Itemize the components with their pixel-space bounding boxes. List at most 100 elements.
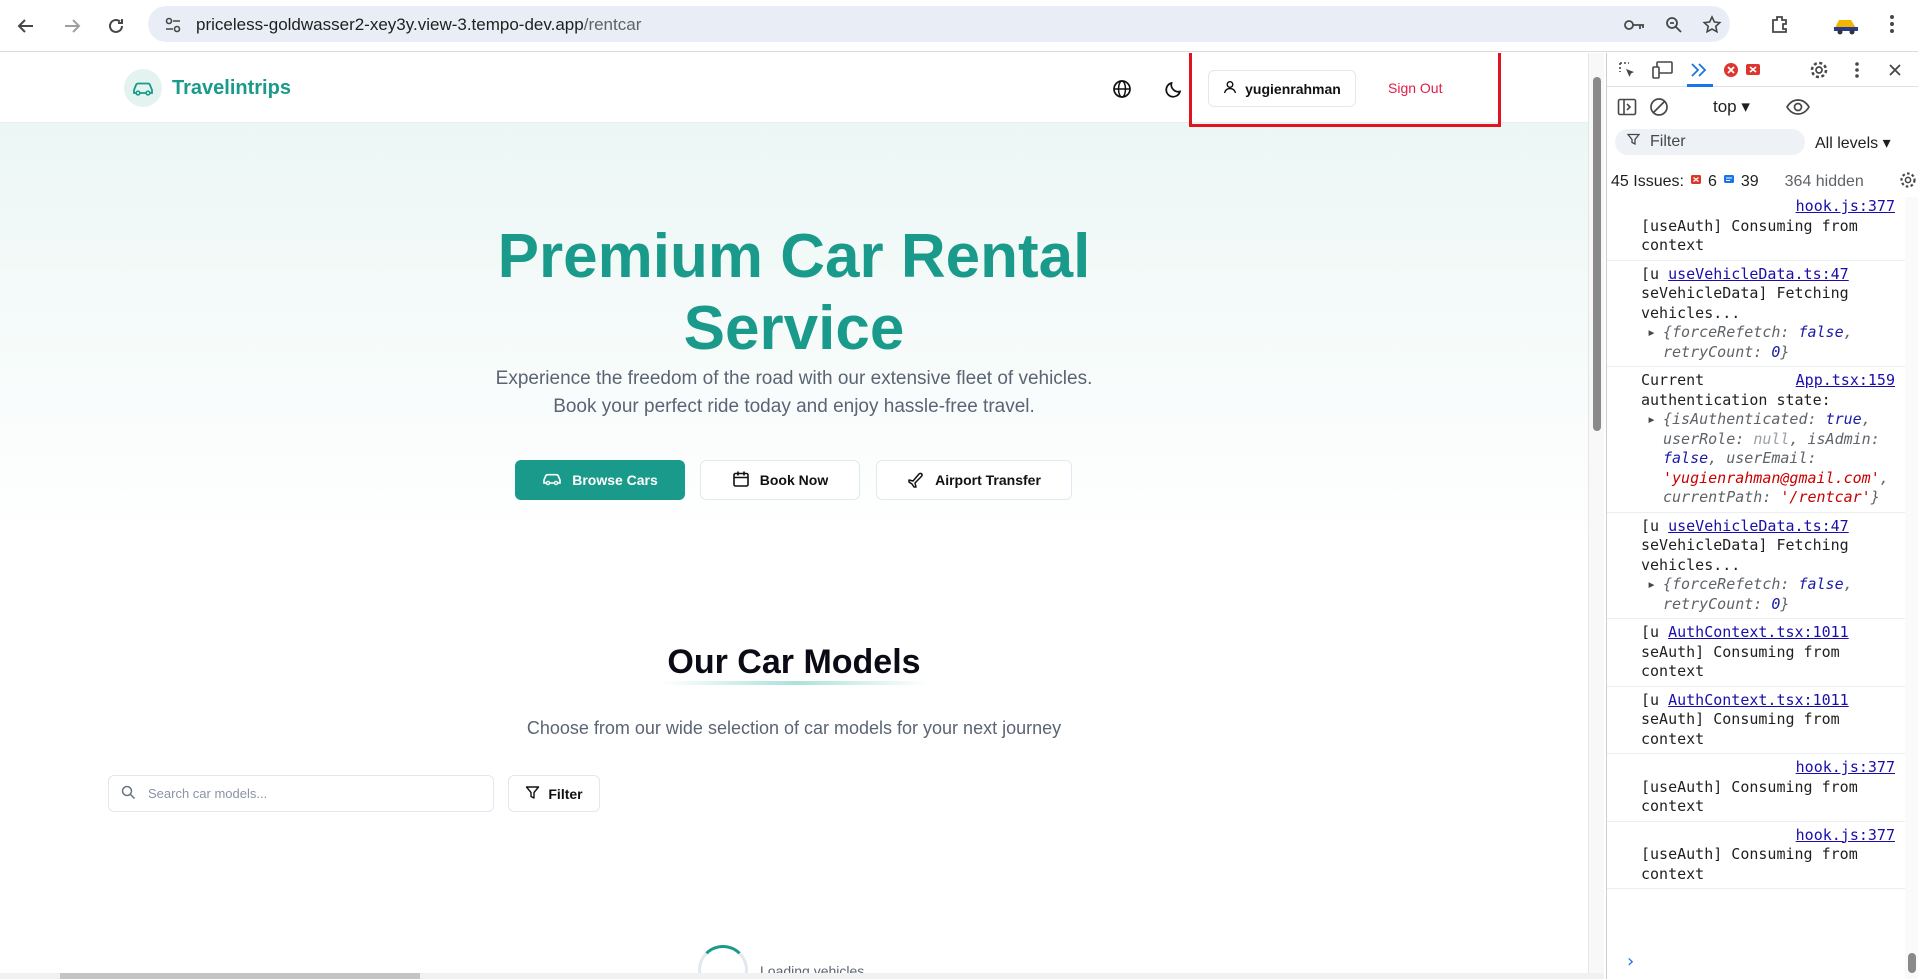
hidden-count: 364 hidden (1784, 173, 1864, 190)
device-toolbar-icon[interactable] (1651, 58, 1675, 82)
log-levels-dropdown[interactable]: All levels ▾ (1815, 133, 1891, 153)
horizontal-scrollbar-thumb[interactable] (60, 973, 420, 979)
bookmark-star-icon[interactable] (1701, 14, 1723, 36)
console-log-entry: [u useVehicleData.ts:47 seVehicleData] F… (1607, 513, 1905, 619)
profile-avatar-icon[interactable] (1832, 10, 1860, 38)
log-text: [useAuth] Consuming from context (1641, 216, 1858, 255)
log-prefix: [u (1641, 690, 1660, 709)
browser-menu-icon[interactable] (1878, 10, 1906, 38)
issues-count-icon[interactable] (1741, 58, 1765, 82)
log-source-link[interactable]: App.tsx:159 (1796, 371, 1895, 391)
filter-label: Filter (548, 785, 583, 802)
log-object[interactable]: {forceRefetch: false, retryCount: 0} (1641, 323, 1901, 362)
zoom-icon[interactable] (1663, 14, 1685, 36)
browser-toolbar: priceless-goldwasser2-xey3y.view-3.tempo… (0, 0, 1918, 52)
log-prefix: [u (1641, 623, 1660, 641)
filter-funnel-icon (1626, 133, 1641, 151)
devtools-panel: top ▾ Filter All levels ▾ 45 Issues: 6 3… (1606, 53, 1918, 979)
forward-icon[interactable] (56, 10, 88, 42)
log-prefix: Current (1641, 371, 1705, 389)
page-viewport: Travelintrips yugienrahman Sign Out Prem… (0, 53, 1588, 979)
log-text: seVehicleData] Fetching vehicles... (1641, 284, 1849, 322)
console-prompt-chevron-icon[interactable]: › (1625, 951, 1636, 972)
url-text: priceless-goldwasser2-xey3y.view-3.tempo… (196, 15, 642, 34)
browse-cars-button[interactable]: Browse Cars (515, 460, 685, 500)
log-object[interactable]: {isAuthenticated: true, userRole: null, … (1641, 410, 1901, 508)
console-scrollbar-thumb[interactable] (1908, 953, 1916, 973)
devtools-toolbar (1607, 53, 1918, 87)
log-text: [useAuth] Consuming from context (1641, 845, 1858, 883)
issues-label: 45 Issues: (1611, 173, 1684, 190)
back-icon[interactable] (10, 10, 42, 42)
brand[interactable]: Travelintrips (124, 69, 291, 107)
error-count-icon[interactable] (1719, 58, 1743, 82)
console-log-entry: [u useVehicleData.ts:47 seVehicleData] F… (1607, 261, 1905, 367)
log-source-link[interactable]: AuthContext.tsx:1011 (1668, 623, 1849, 641)
search-placeholder: Search car models... (148, 786, 268, 801)
reload-icon[interactable] (100, 10, 132, 42)
console-filter-input[interactable]: Filter (1615, 129, 1805, 155)
page-scrollbar[interactable] (1588, 53, 1604, 979)
log-source-link[interactable]: hook.js:377 (1796, 758, 1895, 776)
console-log-entry: [u AuthContext.tsx:1011 seAuth] Consumin… (1607, 687, 1905, 754)
sidebar-toggle-icon[interactable] (1615, 95, 1639, 119)
language-globe-icon[interactable] (1110, 77, 1134, 101)
console-log-entry: hook.js:377 [useAuth] Consuming from con… (1607, 822, 1905, 889)
dark-mode-moon-icon[interactable] (1162, 77, 1186, 101)
address-bar[interactable]: priceless-goldwasser2-xey3y.view-3.tempo… (148, 6, 1730, 42)
book-now-button[interactable]: Book Now (700, 460, 860, 500)
console-scrollbar[interactable] (1905, 197, 1918, 979)
airport-transfer-label: Airport Transfer (935, 472, 1041, 488)
live-expression-eye-icon[interactable] (1783, 95, 1813, 119)
filter-button[interactable]: Filter (508, 775, 600, 812)
car-models-title: Our Car Models (667, 643, 921, 681)
search-icon (121, 785, 136, 803)
console-filter-placeholder: Filter (1650, 133, 1686, 150)
hero-subtitle: Experience the freedom of the road with … (495, 368, 1093, 417)
log-prefix: [u (1641, 516, 1660, 535)
log-source-link[interactable]: hook.js:377 (1796, 197, 1895, 215)
more-tabs-chevron-icon[interactable] (1687, 58, 1711, 82)
log-text: seVehicleData] Fetching vehicles... (1641, 536, 1849, 574)
log-source-link[interactable]: hook.js:377 (1796, 826, 1895, 844)
issues-settings-gear-icon[interactable] (1899, 171, 1917, 194)
extensions-icon[interactable] (1766, 10, 1794, 38)
console-output: hook.js:377 [useAuth] Consuming from con… (1607, 197, 1905, 979)
console-log-entry: Current App.tsx:159 authentication state:… (1607, 367, 1905, 513)
site-settings-icon[interactable] (162, 14, 184, 36)
inspect-element-icon[interactable] (1615, 58, 1639, 82)
issue-info-icon (1723, 173, 1735, 191)
log-source-link[interactable]: useVehicleData.ts:47 (1668, 517, 1849, 535)
log-source-link[interactable]: useVehicleData.ts:47 (1668, 265, 1849, 283)
car-icon (542, 472, 562, 489)
log-text: seAuth] Consuming from context (1641, 710, 1840, 748)
close-devtools-icon[interactable] (1883, 58, 1907, 82)
issues-bar[interactable]: 45 Issues: 6 39 364 hidden (1611, 169, 1917, 195)
log-source-link[interactable]: AuthContext.tsx:1011 (1668, 691, 1849, 709)
annotation-highlight-box (1189, 53, 1501, 127)
plane-icon (907, 470, 925, 491)
devtools-menu-icon[interactable] (1845, 58, 1869, 82)
horizontal-scrollbar[interactable] (0, 973, 1604, 979)
calendar-icon (732, 470, 750, 491)
issues-error-count: 6 (1707, 173, 1717, 190)
filter-funnel-icon (525, 785, 540, 803)
console-log-entry: hook.js:377 [useAuth] Consuming from con… (1607, 754, 1905, 822)
issue-error-icon (1690, 173, 1702, 191)
context-selector[interactable]: top ▾ (1713, 97, 1750, 117)
browse-cars-label: Browse Cars (572, 472, 658, 488)
page-scrollbar-thumb[interactable] (1593, 77, 1601, 431)
title-underline (662, 681, 928, 685)
console-log-entry: [u AuthContext.tsx:1011 seAuth] Consumin… (1607, 619, 1905, 687)
brand-name: Travelintrips (172, 76, 291, 99)
console-log-entry: hook.js:377 [useAuth] Consuming from con… (1607, 197, 1905, 261)
devtools-settings-gear-icon[interactable] (1807, 58, 1831, 82)
airport-transfer-button[interactable]: Airport Transfer (876, 460, 1072, 500)
car-logo-icon (124, 69, 162, 107)
clear-console-icon[interactable] (1647, 95, 1671, 119)
password-key-icon[interactable] (1624, 14, 1646, 36)
hero-title: Premium Car Rental Service (497, 222, 1091, 363)
log-text: [useAuth] Consuming from context (1641, 777, 1858, 816)
log-object[interactable]: {forceRefetch: false, retryCount: 0} (1641, 575, 1901, 614)
search-input[interactable]: Search car models... (108, 775, 494, 812)
